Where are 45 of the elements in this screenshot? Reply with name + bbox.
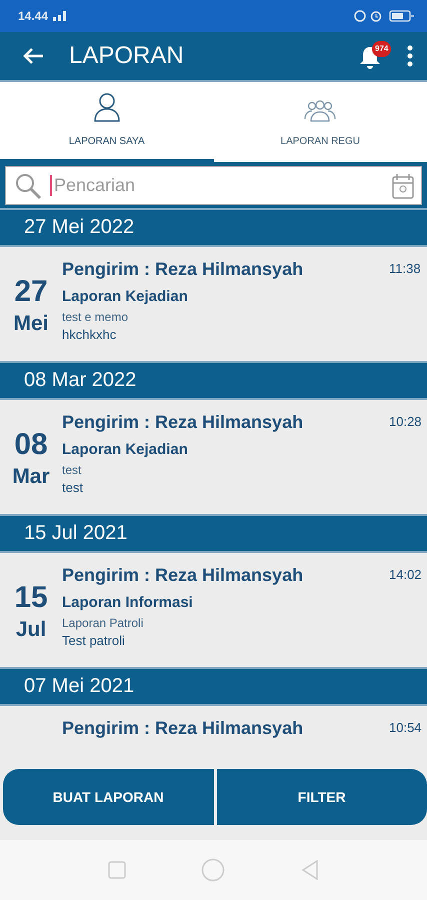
clock-time: 14.44 — [18, 9, 48, 23]
more-menu-icon[interactable] — [407, 45, 413, 67]
report-time: 14:02 — [389, 567, 422, 582]
report-text: test — [62, 480, 83, 495]
day-number: 27 — [14, 274, 48, 310]
screen-title: LAPORAN — [69, 42, 185, 70]
search-bar[interactable]: Pencarian — [5, 166, 422, 205]
day-number: 15 — [14, 580, 48, 616]
sender-name: Pengirim : Reza Hilmansyah — [62, 718, 304, 739]
report-subtitle: test — [62, 463, 82, 477]
calendar-icon[interactable] — [391, 172, 415, 200]
group-icon — [304, 100, 336, 122]
person-icon — [92, 92, 121, 122]
month-label: Mar — [12, 465, 50, 489]
report-type: Laporan Kejadian — [62, 288, 188, 305]
month-label: Jul — [16, 618, 46, 642]
date-header: 08 Mar 2022 — [0, 361, 427, 400]
report-type: Laporan Kejadian — [62, 441, 188, 458]
tab[interactable]: LAPORAN REGU — [214, 82, 427, 162]
search-icon — [14, 172, 42, 200]
report-subtitle: Laporan Patroli — [62, 616, 144, 630]
report-type: Laporan Informasi — [62, 594, 193, 611]
day-number: 08 — [14, 427, 48, 463]
report-subtitle: test e memo — [62, 310, 128, 324]
month-label: Mei — [13, 312, 48, 336]
back-arrow-icon[interactable] — [22, 47, 44, 65]
date-header: 27 Mei 2022 — [0, 208, 427, 247]
action-button[interactable]: BUAT LAPORAN — [3, 769, 214, 825]
battery-icon — [389, 10, 415, 22]
sender-name: Pengirim : Reza Hilmansyah — [62, 259, 304, 280]
report-time: 10:54 — [389, 720, 422, 735]
action-button[interactable]: FILTER — [216, 769, 427, 825]
sender-name: Pengirim : Reza Hilmansyah — [62, 565, 304, 586]
alarm-icon — [354, 10, 384, 22]
notification-badge: 974 — [372, 41, 392, 57]
back-icon[interactable] — [301, 859, 320, 881]
report-time: 10:28 — [389, 414, 422, 429]
recent-apps-icon[interactable] — [108, 861, 126, 879]
report-time: 11:38 — [389, 261, 421, 276]
sender-name: Pengirim : Reza Hilmansyah — [62, 412, 304, 433]
report-text: Test patroli — [62, 633, 125, 648]
date-header: 07 Mei 2021 — [0, 667, 427, 706]
home-icon[interactable] — [201, 858, 226, 882]
report-text: hkchkxhc — [62, 327, 116, 342]
date-header: 15 Jul 2021 — [0, 514, 427, 553]
